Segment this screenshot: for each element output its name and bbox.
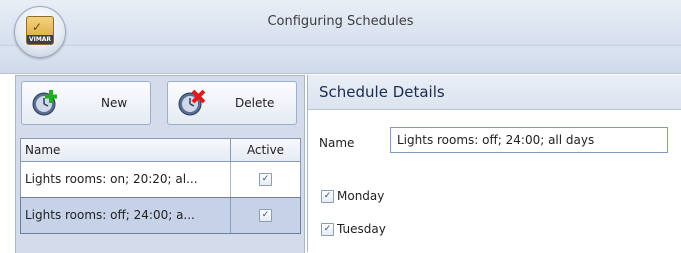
app-menu-button[interactable]: ✓ VIMAR [14,6,66,58]
schedule-details-panel: Schedule Details Name ✓ Monday ✓ Tuesday [307,75,681,252]
window-title: Configuring Schedules [267,14,414,29]
delete-clock-icon [178,89,206,116]
active-checkbox[interactable]: ✓ [259,209,272,222]
name-label: Name [319,136,355,150]
active-cell: ✓ [231,162,300,197]
tuesday-label: Tuesday [337,222,386,236]
title-bar: Configuring Schedules [0,0,681,46]
monday-label: Monday [337,189,385,203]
new-button-label: New [101,96,128,110]
table-header: Name Active [21,139,300,162]
table-row[interactable]: Lights rooms: on; 20:20; al... ✓ [21,162,300,198]
details-title: Schedule Details [319,83,445,101]
column-header-name[interactable]: Name [21,139,231,161]
vimar-logo-icon: ✓ VIMAR [26,16,54,45]
details-header: Schedule Details [308,75,681,110]
ribbon-strip [0,46,681,74]
delete-schedule-button[interactable]: Delete [167,81,297,125]
tuesday-checkbox[interactable]: ✓ [321,222,334,236]
day-monday[interactable]: ✓ Monday [321,189,384,203]
day-tuesday[interactable]: ✓ Tuesday [321,222,386,236]
new-schedule-button[interactable]: New [21,81,151,125]
active-checkbox[interactable]: ✓ [259,173,272,186]
table-row-selected[interactable]: Lights rooms: off; 24:00; a... ✓ [20,197,301,234]
monday-checkbox[interactable]: ✓ [321,189,334,203]
logo-text: VIMAR [28,36,52,43]
schedule-name-input[interactable] [390,127,668,153]
schedules-table: Name Active Lights rooms: on; 20:20; al.… [20,138,301,234]
column-header-active[interactable]: Active [231,139,300,161]
schedule-name-cell[interactable]: Lights rooms: on; 20:20; al... [21,162,231,197]
schedule-name-cell[interactable]: Lights rooms: off; 24:00; a... [21,198,231,233]
delete-button-label: Delete [235,96,275,110]
add-clock-icon [32,90,57,116]
schedules-list-panel: New Delete Name Active Lights rooms: on;… [15,75,305,253]
active-cell: ✓ [231,198,300,233]
